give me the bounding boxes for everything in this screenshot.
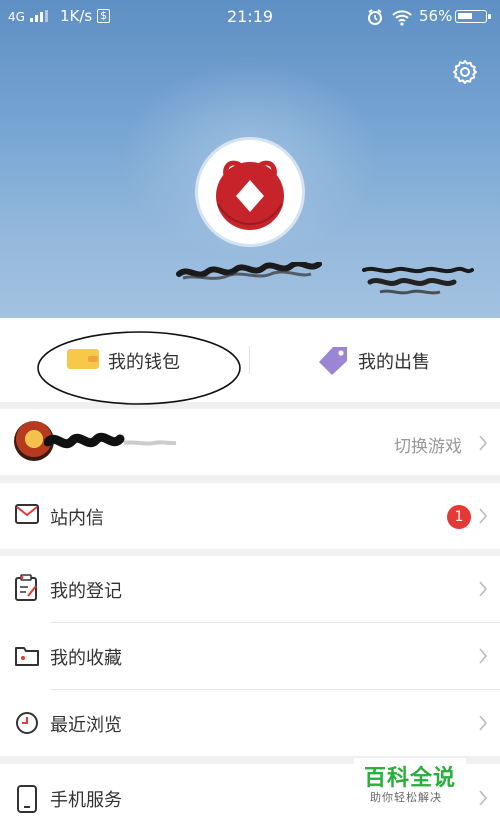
register-label: 我的登记 xyxy=(50,581,122,602)
chevron-right-icon xyxy=(479,581,488,597)
dollar-icon: $ xyxy=(97,9,110,23)
watermark-title: 百科全说 xyxy=(364,766,457,791)
battery-percent: 56% xyxy=(419,7,453,25)
wifi-icon xyxy=(392,10,412,26)
username-redacted xyxy=(176,262,322,280)
watermark: 百科全说 助你轻松解决 xyxy=(354,758,466,810)
menu-item-inbox[interactable]: 站内信 xyxy=(0,483,500,549)
red-lucky-bag-icon xyxy=(216,160,284,230)
my-wallet-button[interactable]: 我的钱包 xyxy=(36,332,242,404)
phone-service-label: 手机服务 xyxy=(50,790,122,811)
network-type: 4G xyxy=(8,10,25,24)
phone-icon xyxy=(17,785,37,813)
menu-item-favorites[interactable]: 我的收藏 xyxy=(0,623,500,689)
chevron-right-icon xyxy=(479,648,488,664)
menu-item-register[interactable]: 我的登记 xyxy=(0,556,500,622)
profile-header: 4G 1K/s $ 21:19 56% xyxy=(0,0,500,318)
wallet-icon xyxy=(67,349,99,369)
wallet-label: 我的钱包 xyxy=(108,352,180,373)
favorites-label: 我的收藏 xyxy=(50,648,122,669)
chevron-right-icon xyxy=(479,508,488,524)
unread-badge: 1 xyxy=(447,505,471,529)
watermark-subtitle: 助你轻松解决 xyxy=(370,791,442,804)
alarm-icon xyxy=(368,9,382,25)
chevron-right-icon xyxy=(479,435,488,451)
register-icon xyxy=(15,574,37,601)
chevron-right-icon xyxy=(479,790,488,806)
clock: 21:19 xyxy=(227,7,274,26)
folder-icon xyxy=(15,647,39,666)
avatar[interactable] xyxy=(198,140,302,244)
menu-item-recent[interactable]: 最近浏览 xyxy=(0,690,500,756)
signal-icon xyxy=(30,10,50,22)
battery-icon xyxy=(455,10,491,23)
status-bar: 4G 1K/s $ 21:19 56% xyxy=(0,0,500,34)
gear-icon[interactable] xyxy=(451,58,479,86)
my-sale-button[interactable]: 我的出售 xyxy=(260,332,470,388)
mail-icon xyxy=(15,504,39,524)
chevron-right-icon xyxy=(479,715,488,731)
clock-icon xyxy=(16,712,38,734)
wallet-sale-divider xyxy=(249,346,250,374)
price-tag-icon xyxy=(319,347,347,375)
sale-label: 我的出售 xyxy=(358,352,430,373)
game-switch-row[interactable]: 切换游戏 xyxy=(0,409,500,475)
recent-label: 最近浏览 xyxy=(50,715,122,736)
switch-game-label: 切换游戏 xyxy=(394,437,462,457)
game-name-redacted xyxy=(44,432,177,449)
inbox-label: 站内信 xyxy=(50,508,104,529)
network-speed: 1K/s xyxy=(60,7,93,25)
userid-redacted xyxy=(362,266,474,295)
